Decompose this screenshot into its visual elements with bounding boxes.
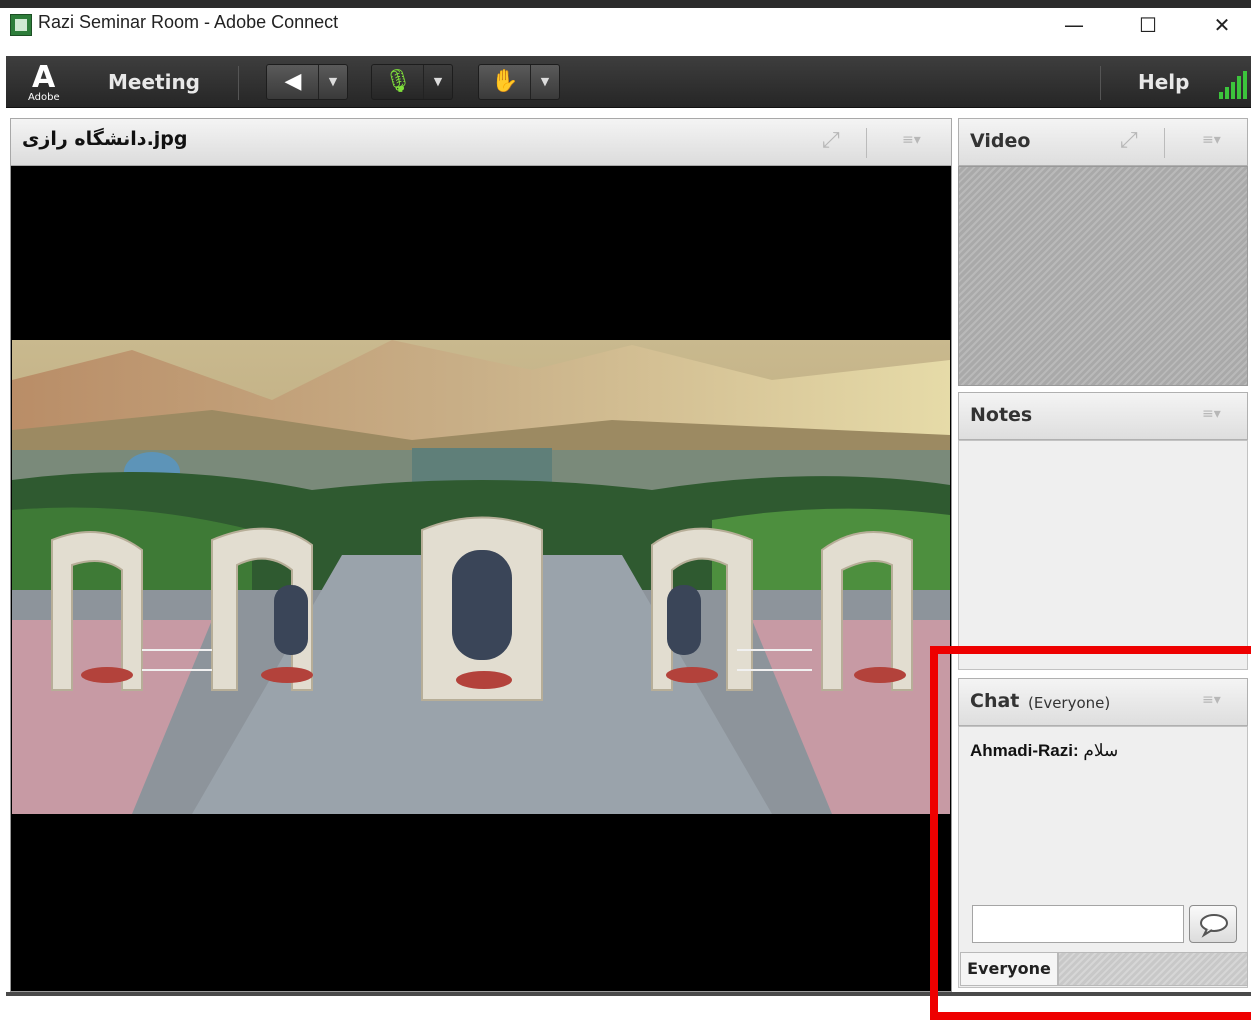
share-pod-title: دانشگاه رازی.jpg (22, 128, 188, 150)
video-pod-title: Video (970, 130, 1031, 152)
window-title: Razi Seminar Room - Adobe Connect (38, 12, 339, 32)
speaker-button[interactable]: ◀ ▼ (266, 64, 348, 100)
video-area (958, 166, 1248, 386)
pod-menu-icon[interactable]: ≡▾ (1202, 692, 1221, 708)
chat-audience-label: (Everyone) (1028, 694, 1111, 712)
fullscreen-icon[interactable]: ⤢ (822, 128, 840, 153)
window-bottom-edge (6, 992, 1251, 996)
adobe-logo: A Adobe (28, 60, 68, 104)
minimize-button[interactable]: — (1054, 10, 1094, 40)
close-button[interactable]: ✕ (1202, 10, 1242, 40)
adobe-logo-text: Adobe (28, 92, 60, 103)
raise-hand-button[interactable]: ✋ ▼ (478, 64, 560, 100)
header-separator (866, 128, 867, 158)
chat-input[interactable] (972, 905, 1184, 943)
microphone-button[interactable]: 🎙 ▼ (371, 64, 453, 100)
chat-sender: Ahmadi-Razi: (970, 741, 1079, 760)
maximize-button[interactable]: ☐ (1128, 10, 1168, 40)
microphone-muted-icon: 🎙 (384, 69, 412, 94)
chat-text: سلام (1083, 741, 1119, 760)
meeting-menu[interactable]: Meeting (108, 70, 200, 94)
adobe-logo-icon: A (32, 60, 56, 95)
speaker-icon: ◀ (284, 69, 302, 94)
fullscreen-icon[interactable]: ⤢ (1120, 128, 1138, 153)
pod-menu-icon[interactable]: ≡▾ (1202, 406, 1221, 422)
chat-message: Ahmadi-Razi: سلام (970, 741, 1118, 761)
window-top-edge (0, 0, 1251, 8)
chat-pod-title: Chat (970, 690, 1020, 712)
menu-separator (1100, 66, 1101, 100)
chat-tabs-empty-area (1058, 952, 1248, 986)
speaker-dropdown[interactable]: ▼ (318, 65, 347, 99)
speech-bubble-icon (1200, 914, 1228, 938)
raise-hand-icon: ✋ (491, 69, 519, 94)
header-separator (1164, 128, 1165, 158)
pod-menu-icon[interactable]: ≡▾ (902, 132, 921, 148)
adobe-connect-app-icon (10, 14, 32, 36)
microphone-dropdown[interactable]: ▼ (423, 65, 452, 99)
university-gate-image (12, 340, 950, 814)
help-menu[interactable]: Help (1138, 70, 1189, 94)
pod-menu-icon[interactable]: ≡▾ (1202, 132, 1221, 148)
menu-separator (238, 66, 239, 100)
chat-messages-area (958, 726, 1248, 988)
connection-signal-icon (1219, 71, 1247, 99)
notes-pod-title: Notes (970, 404, 1033, 426)
send-message-button[interactable] (1189, 905, 1237, 943)
raise-hand-dropdown[interactable]: ▼ (530, 65, 559, 99)
chat-tab-everyone[interactable]: Everyone (960, 952, 1058, 986)
notes-area[interactable] (958, 440, 1248, 670)
